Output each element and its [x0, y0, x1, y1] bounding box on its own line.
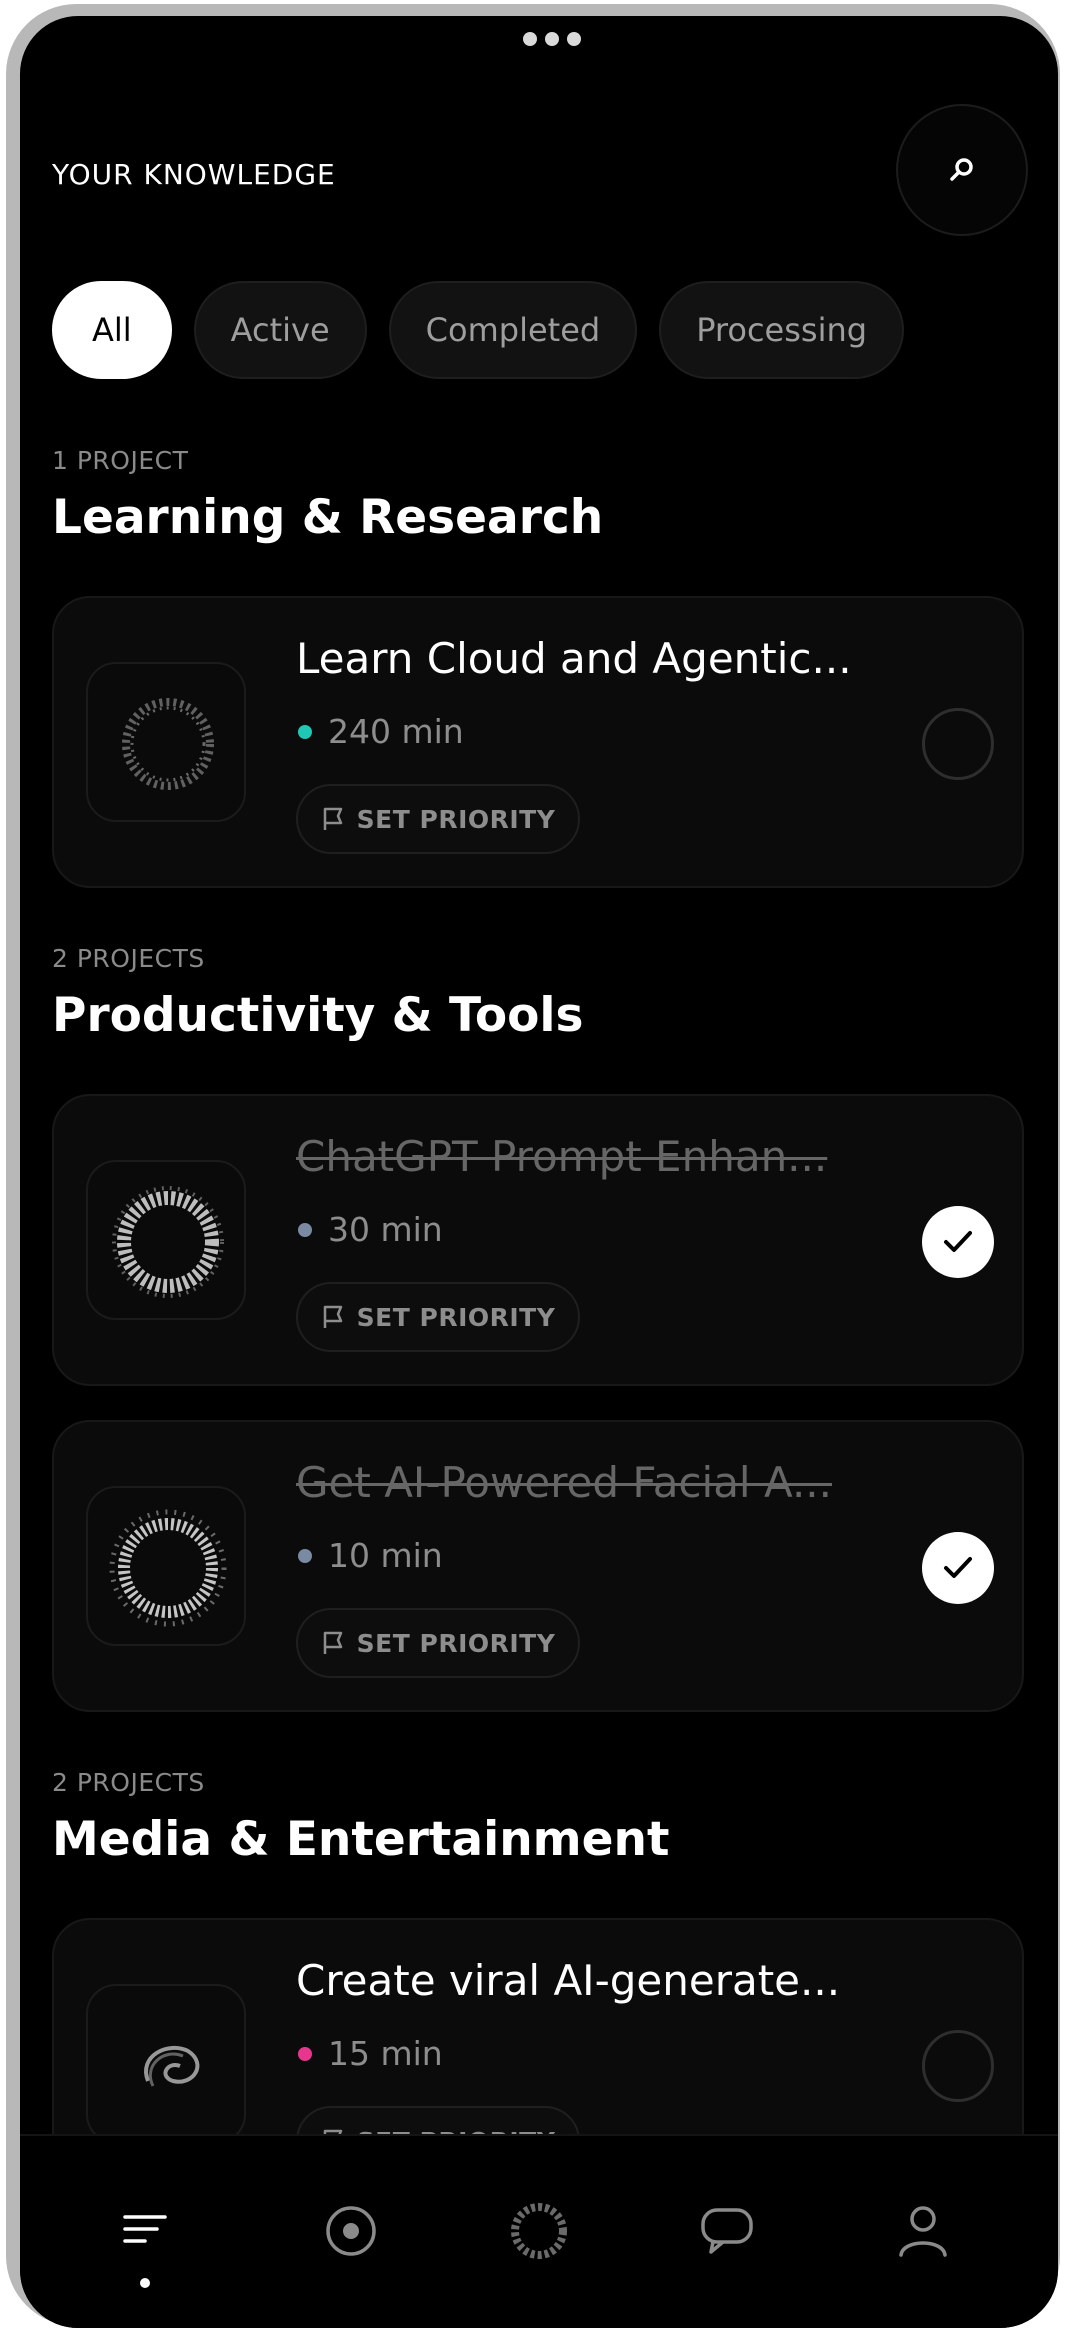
duration-text: 15 min	[328, 2034, 443, 2073]
group-count: 1 PROJECT	[52, 446, 189, 475]
search-icon	[950, 158, 973, 181]
priority-label: SET PRIORITY	[356, 1628, 556, 1658]
nav-list[interactable]	[110, 2196, 180, 2266]
filter-active[interactable]: Active	[193, 281, 367, 379]
active-indicator	[140, 2278, 150, 2288]
group-count: 2 PROJECTS	[52, 944, 205, 973]
status-dot	[298, 724, 312, 739]
chat-bubble-icon	[701, 2208, 753, 2254]
project-thumbnail	[86, 1160, 246, 1320]
duration-text: 10 min	[328, 1536, 443, 1575]
group-title: Learning & Research	[52, 490, 604, 545]
project-title: ChatGPT Prompt Enhan...	[296, 1132, 828, 1181]
complete-checkbox[interactable]	[922, 2030, 994, 2102]
group-title: Productivity & Tools	[52, 988, 584, 1043]
project-card[interactable]: ChatGPT Prompt Enhan... 30 min SET PRIOR…	[52, 1094, 1024, 1386]
priority-label: SET PRIORITY	[356, 804, 556, 834]
filter-completed[interactable]: Completed	[388, 281, 638, 379]
page-title: YOUR KNOWLEDGE	[52, 158, 336, 191]
device-frame: YOUR KNOWLEDGE All Active Completed Proc…	[6, 4, 1060, 2328]
checkmark-icon	[944, 1557, 972, 1578]
project-duration: 240 min	[298, 712, 464, 751]
set-priority-button[interactable]: SET PRIORITY	[296, 1608, 580, 1678]
flag-icon	[323, 1305, 342, 1328]
target-icon	[326, 2206, 376, 2256]
project-title: Learn Cloud and Agentic...	[296, 634, 852, 683]
group-count: 2 PROJECTS	[52, 1768, 205, 1797]
project-card[interactable]: Learn Cloud and Agentic... 240 min SET P…	[52, 596, 1024, 888]
project-duration: 15 min	[298, 2034, 443, 2073]
filter-processing[interactable]: Processing	[659, 281, 905, 379]
nav-focus[interactable]	[316, 2196, 386, 2266]
project-thumbnail	[86, 1486, 246, 1646]
more-options-icon[interactable]	[523, 32, 581, 46]
priority-label: SET PRIORITY	[356, 1302, 556, 1332]
duration-text: 240 min	[328, 712, 464, 751]
nav-chat[interactable]	[692, 2196, 762, 2266]
project-thumbnail	[86, 1984, 246, 2144]
swirl-logo-icon	[511, 2203, 567, 2259]
app-screen: YOUR KNOWLEDGE All Active Completed Proc…	[20, 16, 1058, 2328]
flag-icon	[323, 807, 342, 830]
set-priority-button[interactable]: SET PRIORITY	[296, 1282, 580, 1352]
project-duration: 30 min	[298, 1210, 443, 1249]
filter-chips: All Active Completed Processing	[52, 281, 905, 379]
status-dot	[298, 1548, 312, 1563]
project-title: Create viral AI-generate...	[296, 1956, 841, 2005]
project-title: Get AI-Powered Facial A...	[296, 1458, 832, 1507]
bottom-navigation	[20, 2134, 1058, 2328]
checkmark-icon	[944, 1231, 972, 1252]
project-card[interactable]: Get AI-Powered Facial A... 10 min SET PR…	[52, 1420, 1024, 1712]
profile-icon	[899, 2206, 947, 2257]
set-priority-button[interactable]: SET PRIORITY	[296, 784, 580, 854]
search-button[interactable]	[896, 104, 1028, 236]
complete-checkbox[interactable]	[922, 708, 994, 780]
project-duration: 10 min	[298, 1536, 443, 1575]
flag-icon	[323, 1631, 342, 1654]
group-title: Media & Entertainment	[52, 1812, 670, 1867]
filter-all[interactable]: All	[52, 281, 172, 379]
complete-checkbox[interactable]	[922, 1206, 994, 1278]
list-icon	[123, 2215, 167, 2243]
complete-checkbox[interactable]	[922, 1532, 994, 1604]
nav-profile[interactable]	[888, 2196, 958, 2266]
status-dot	[298, 1222, 312, 1237]
status-dot	[298, 2046, 312, 2061]
duration-text: 30 min	[328, 1210, 443, 1249]
nav-home[interactable]	[504, 2196, 574, 2266]
project-thumbnail	[86, 662, 246, 822]
